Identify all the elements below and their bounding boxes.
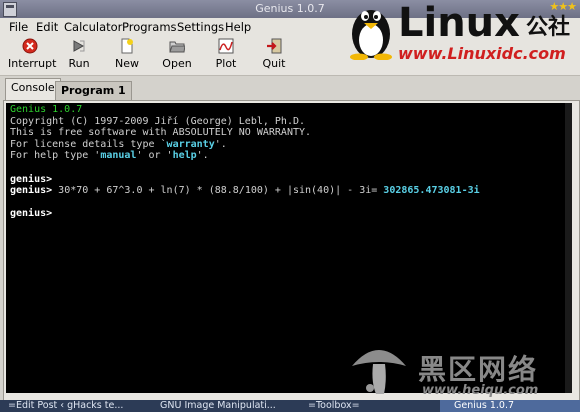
interrupt-label: Interrupt [8, 57, 57, 70]
new-icon [121, 38, 133, 54]
logo-text: Linux [398, 0, 520, 46]
menu-file[interactable]: File [9, 20, 28, 34]
taskbar-item-genius[interactable]: Genius 1.0.7 [440, 400, 580, 412]
menu-edit[interactable]: Edit [36, 20, 58, 34]
run-label: Run [68, 57, 90, 70]
interrupt-button[interactable]: Interrupt [8, 37, 56, 73]
menu-settings[interactable]: Settings [177, 20, 224, 34]
prompt-2: genius> [10, 185, 53, 197]
logo-cjk-text: 公社 [526, 15, 571, 40]
input-expression: 30*70 + 67^3.0 + ln(7) * (88.8/100) + |s… [52, 185, 384, 197]
run-button[interactable]: Run [57, 37, 101, 73]
open-icon [169, 41, 185, 53]
taskbar-item-edit-post[interactable]: =Edit Post ‹ gHacks te... [8, 400, 140, 412]
copyright-line: Copyright (C) 1997-2009 Jiří (George) Le… [10, 115, 306, 127]
quit-label: Quit [262, 57, 286, 70]
license-keyword: warranty [166, 138, 215, 150]
quit-icon [267, 38, 282, 54]
console-output: Genius 1.0.7 Copyright (C) 1997-2009 Jiř… [10, 104, 480, 220]
menu-help[interactable]: Help [225, 20, 251, 34]
plot-button[interactable]: Plot [204, 37, 248, 73]
watermark-mushroom-icon [352, 350, 406, 394]
watermark-url: www.heiqu.com [422, 383, 539, 398]
menu-programs[interactable]: Programs [122, 20, 177, 34]
menu-calculator[interactable]: Calculator [64, 20, 122, 34]
tab-bar: Console Program 1 [0, 76, 580, 101]
run-icon [73, 40, 85, 52]
open-button[interactable]: Open [155, 37, 199, 73]
quit-button[interactable]: Quit [252, 37, 296, 73]
taskbar-item-gimp[interactable]: GNU Image Manipulati... [160, 400, 282, 412]
help-keyword-manual: manual [100, 150, 137, 162]
new-label: New [115, 57, 139, 70]
result-value: 302865.473081-3i [383, 185, 480, 197]
logo-url: www.Linuxidc.com [398, 44, 566, 63]
tab-program-1[interactable]: Program 1 [55, 81, 132, 100]
taskbar-item-toolbox[interactable]: =Toolbox= [308, 400, 428, 412]
prompt-1: genius> [10, 173, 53, 185]
plot-icon [218, 38, 234, 54]
license-pre: For license details type ` [10, 138, 167, 150]
version-line: Genius 1.0.7 [10, 104, 83, 115]
console-scrollbar[interactable] [565, 103, 572, 393]
taskbar: =Edit Post ‹ gHacks te... GNU Image Mani… [0, 400, 580, 412]
watermark-cjk-text: 黑区网络 [418, 353, 539, 386]
open-label: Open [162, 57, 192, 70]
help-pre: For help type ' [10, 150, 101, 162]
plot-label: Plot [215, 57, 237, 70]
tux-logo-icon [350, 10, 392, 60]
help-keyword-help: help [172, 150, 197, 162]
interrupt-icon [22, 38, 38, 54]
free-software-line: This is free software with ABSOLUTELY NO… [10, 127, 312, 139]
help-post: '. [196, 150, 209, 162]
new-button[interactable]: New [105, 37, 149, 73]
license-post: '. [214, 138, 227, 150]
tab-console[interactable]: Console [5, 78, 61, 101]
help-mid: ' or ' [136, 150, 173, 162]
prompt-3: genius> [10, 208, 53, 220]
